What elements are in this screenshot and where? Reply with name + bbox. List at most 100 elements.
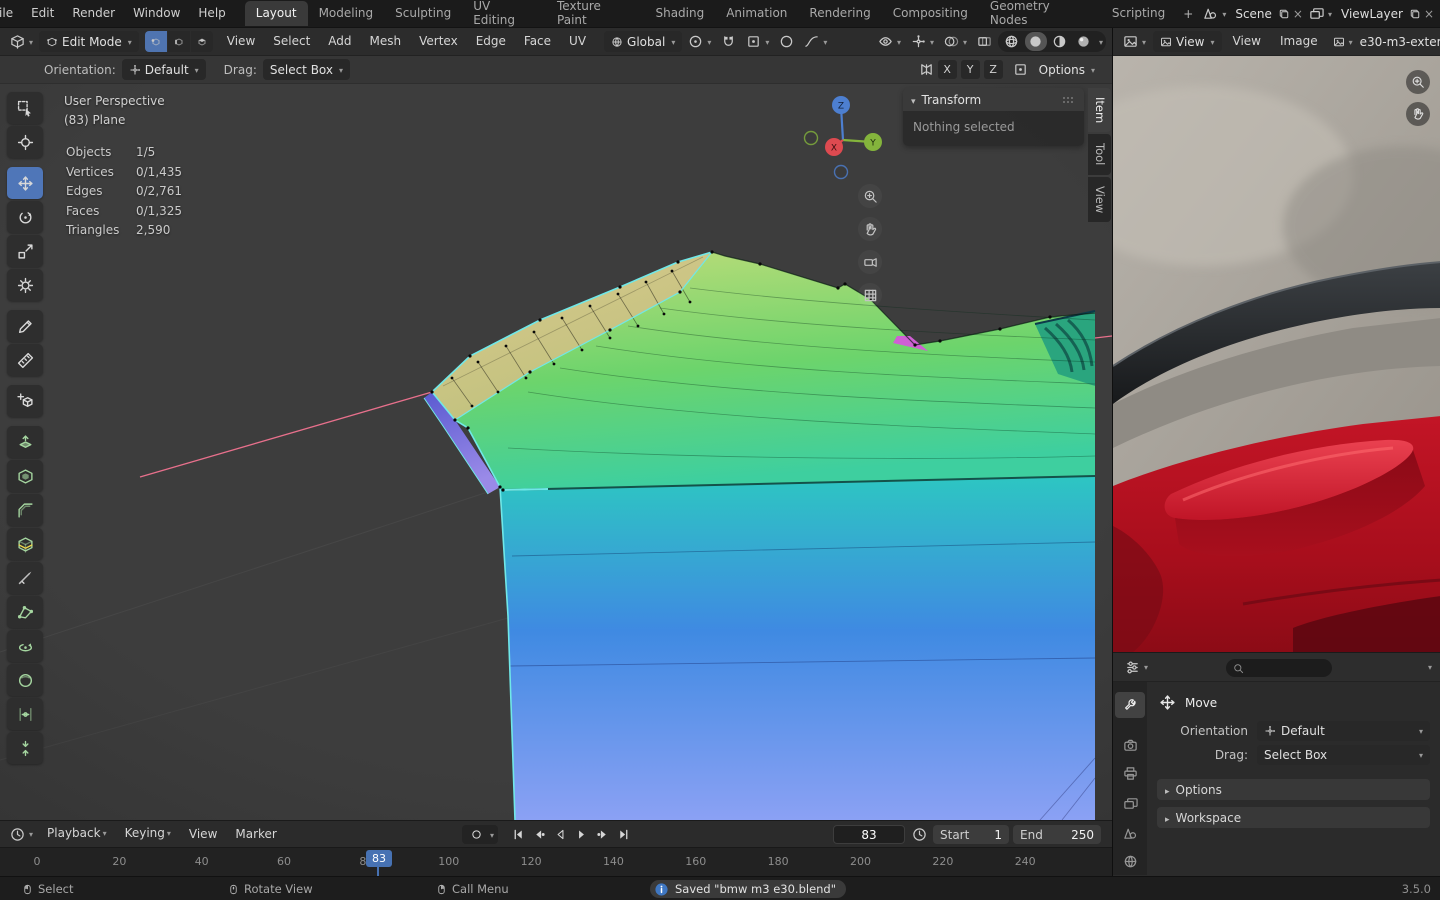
scene-selector[interactable]: [1200, 4, 1229, 23]
tool-inset-faces[interactable]: [7, 460, 43, 492]
remove-view-layer-icon[interactable]: [1424, 7, 1434, 21]
camera-view-button[interactable]: [858, 250, 882, 274]
face-select-button[interactable]: [190, 31, 213, 52]
proportional-falloff-selector[interactable]: [800, 31, 831, 52]
workspace-section-header[interactable]: Workspace: [1157, 807, 1430, 828]
tab-modeling[interactable]: Modeling: [308, 1, 385, 26]
overlays-selector[interactable]: [940, 31, 971, 52]
menu-window[interactable]: Window: [124, 0, 189, 27]
image-zoom-in-button[interactable]: [1406, 70, 1430, 94]
tool-scale[interactable]: [7, 235, 43, 267]
tool-bevel[interactable]: [7, 494, 43, 526]
properties-editor-type-button[interactable]: [1121, 657, 1152, 678]
tab-view-layer-properties[interactable]: [1115, 790, 1145, 816]
play-reverse-button[interactable]: [550, 824, 570, 844]
timeline-view-menu[interactable]: View: [181, 821, 225, 848]
tool-select-box[interactable]: [7, 92, 43, 124]
view-layer-name[interactable]: ViewLayer: [1338, 7, 1406, 21]
frame-end-field[interactable]: End 250: [1013, 825, 1101, 844]
viewport-3d[interactable]: Orientation: Default Drag: Select Box X …: [0, 56, 1112, 820]
timeline-editor-type-button[interactable]: [6, 824, 37, 845]
tool-move[interactable]: [7, 167, 43, 199]
next-keyframe-button[interactable]: [592, 824, 612, 844]
new-scene-icon[interactable]: [1278, 8, 1290, 20]
mirror-x-button[interactable]: X: [937, 60, 957, 79]
tool-add-cube[interactable]: [7, 385, 43, 417]
image-image-menu[interactable]: Image: [1272, 28, 1326, 55]
options-dropdown[interactable]: Options: [1032, 59, 1102, 80]
tool-measure[interactable]: [7, 344, 43, 376]
tool-extrude-region[interactable]: [7, 426, 43, 458]
tool-loop-cut[interactable]: [7, 528, 43, 560]
mirror-y-button[interactable]: Y: [960, 60, 980, 79]
menu-face[interactable]: Face: [516, 28, 559, 55]
drag-mode-selector[interactable]: Select Box: [262, 59, 351, 80]
editor-type-button[interactable]: [6, 31, 37, 52]
image-name[interactable]: e30-m3-exter: [1360, 35, 1440, 49]
tab-shading[interactable]: Shading: [644, 1, 715, 26]
mode-selector[interactable]: Edit Mode: [39, 31, 139, 52]
transform-orientation-selector[interactable]: Global: [604, 31, 683, 52]
image-mode-selector[interactable]: View: [1153, 31, 1222, 52]
mirror-z-button[interactable]: Z: [983, 60, 1003, 79]
menu-uv[interactable]: UV: [561, 28, 594, 55]
tab-output-properties[interactable]: [1115, 760, 1145, 786]
options-section-header[interactable]: Options: [1157, 779, 1430, 800]
orientation-select[interactable]: Default: [1257, 721, 1430, 741]
tab-uv-editing[interactable]: UV Editing: [462, 0, 546, 27]
image-editor-type-button[interactable]: [1119, 31, 1150, 52]
menu-edge[interactable]: Edge: [468, 28, 514, 55]
timeline-ruler[interactable]: 83 020406080100120140160180200220240: [0, 847, 1112, 876]
menu-view[interactable]: View: [219, 28, 263, 55]
tab-render-properties[interactable]: [1115, 732, 1145, 758]
menu-vertex[interactable]: Vertex: [411, 28, 466, 55]
snap-toggle[interactable]: [717, 31, 740, 52]
scene-name[interactable]: Scene: [1232, 7, 1275, 21]
jump-to-end-button[interactable]: [613, 824, 633, 844]
playback-menu[interactable]: Playback: [39, 820, 115, 848]
new-view-layer-icon[interactable]: [1409, 8, 1421, 20]
rendered-shading-button[interactable]: [1073, 32, 1095, 51]
tab-scene-properties[interactable]: [1115, 820, 1145, 846]
wireframe-shading-button[interactable]: [1001, 32, 1023, 51]
tab-sculpting[interactable]: Sculpting: [384, 1, 462, 26]
material-preview-button[interactable]: [1049, 32, 1071, 51]
solid-shading-button[interactable]: [1024, 32, 1047, 51]
use-preview-range-icon[interactable]: [912, 827, 927, 842]
panel-grip-icon[interactable]: [1062, 93, 1076, 107]
tab-texture-paint[interactable]: Texture Paint: [546, 0, 644, 27]
tool-rotate[interactable]: [7, 201, 43, 233]
pivot-point-selector[interactable]: [684, 31, 715, 52]
edge-select-button[interactable]: [167, 31, 190, 52]
sidebar-tab-tool[interactable]: Tool: [1088, 134, 1111, 175]
sidebar-tab-item[interactable]: Item: [1088, 88, 1111, 133]
object-visibility-selector[interactable]: [874, 31, 905, 52]
tab-animation[interactable]: Animation: [715, 1, 798, 26]
playhead[interactable]: 83: [366, 850, 392, 867]
xray-toggle[interactable]: [973, 31, 996, 52]
navigation-gizmo[interactable]: Z Y X: [795, 88, 895, 188]
unlink-scene-icon[interactable]: [1293, 7, 1303, 21]
gizmo-x-label[interactable]: X: [831, 144, 837, 154]
orthographic-toggle-button[interactable]: [858, 283, 882, 307]
previous-keyframe-button[interactable]: [529, 824, 549, 844]
drag-select[interactable]: Select Box: [1257, 745, 1430, 765]
image-pan-button[interactable]: [1406, 102, 1430, 126]
view-layer-selector[interactable]: [1306, 4, 1335, 23]
tool-edge-slide[interactable]: [7, 698, 43, 730]
tab-tool-properties[interactable]: [1115, 692, 1145, 718]
tool-transform[interactable]: [7, 269, 43, 301]
tool-orientation-selector[interactable]: Default: [121, 59, 206, 80]
current-frame-field[interactable]: 83: [833, 825, 905, 844]
keying-menu[interactable]: Keying: [117, 820, 179, 848]
menu-render[interactable]: Render: [63, 0, 124, 27]
zoom-button[interactable]: [858, 184, 882, 208]
transform-panel-header[interactable]: Transform: [903, 88, 1084, 111]
reference-image-canvas[interactable]: [1113, 56, 1440, 652]
menu-mesh[interactable]: Mesh: [362, 28, 410, 55]
tool-poly-build[interactable]: [7, 596, 43, 628]
tab-world-properties[interactable]: [1115, 848, 1145, 874]
tab-geometry-nodes[interactable]: Geometry Nodes: [979, 0, 1101, 27]
tool-smooth[interactable]: [7, 664, 43, 696]
tool-cursor[interactable]: [7, 126, 43, 158]
